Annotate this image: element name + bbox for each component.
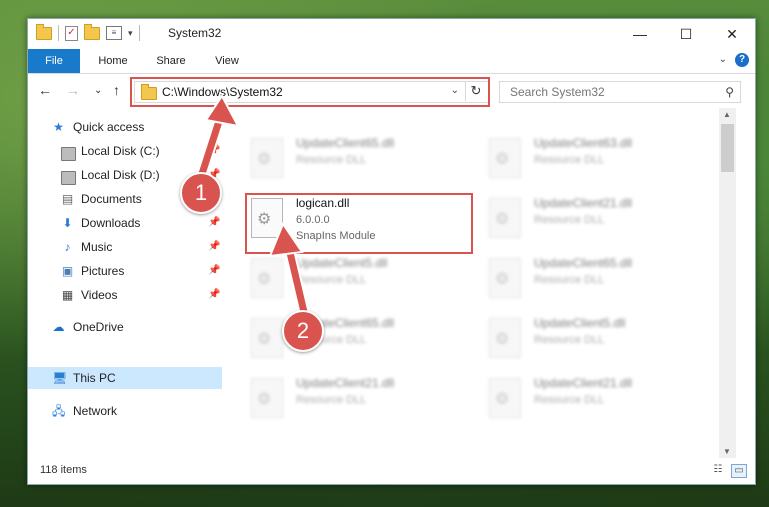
callout-2: 2 (282, 310, 324, 352)
annotation-arrows (194, 94, 310, 318)
arrow-1 (194, 94, 240, 186)
arrow-2 (268, 221, 310, 318)
callout-1: 1 (180, 172, 222, 214)
